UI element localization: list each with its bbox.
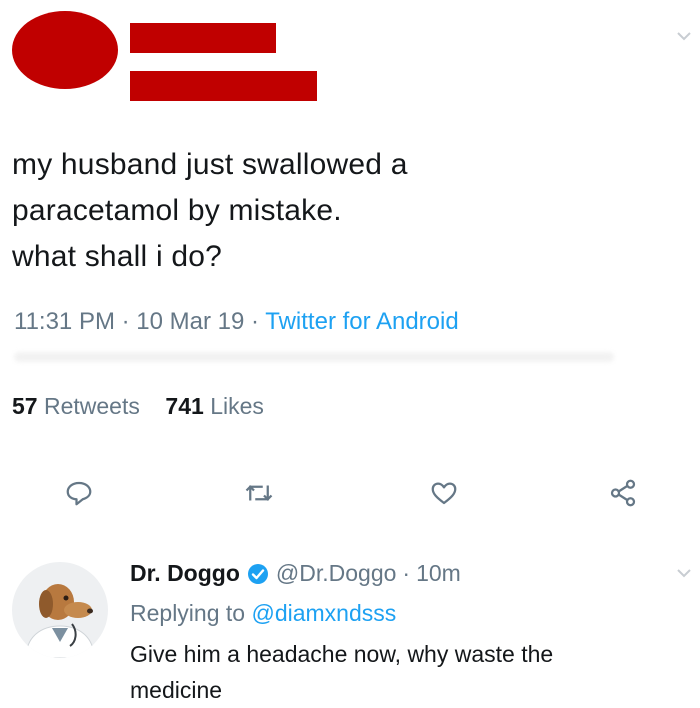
like-icon xyxy=(431,482,457,505)
meta-separator: · xyxy=(121,308,130,335)
likes-stat[interactable]: 741 Likes xyxy=(165,393,263,419)
tweet-date[interactable]: 10 Mar 19 xyxy=(136,308,244,335)
tweet-time[interactable]: 11:31 PM xyxy=(14,308,115,335)
replying-to-handle-link[interactable]: @diamxndsss xyxy=(251,600,396,626)
replying-to: Replying to @diamxndsss xyxy=(130,600,396,627)
reply-text-line: Give him a headache now, why waste the xyxy=(130,641,554,667)
retweets-count: 57 xyxy=(12,393,38,419)
share-button[interactable] xyxy=(608,478,638,508)
reply-text-line: medicine xyxy=(130,677,223,703)
likes-count: 741 xyxy=(165,393,204,419)
engagement-counts: 57 Retweets 741 Likes xyxy=(12,393,264,420)
blurred-divider xyxy=(14,352,614,362)
replying-label: Replying to xyxy=(130,600,246,626)
reply-author-name[interactable]: Dr. Doggo xyxy=(130,560,240,587)
tweet-text-line: paracetamol by mistake. xyxy=(12,194,342,227)
chevron-down-icon[interactable] xyxy=(676,31,692,41)
avatar[interactable] xyxy=(12,562,108,658)
redacted-username xyxy=(130,71,317,101)
retweets-label: Retweets xyxy=(43,393,140,419)
tweet-text-line: my husband just swallowed a xyxy=(12,148,408,181)
tweet-text: my husband just swallowed a paracetamol … xyxy=(12,142,672,280)
chevron-down-icon[interactable] xyxy=(676,568,692,578)
share-icon xyxy=(610,479,636,507)
reply-header: Dr. Doggo @Dr.Doggo · 10m xyxy=(130,560,461,587)
likes-label: Likes xyxy=(210,393,264,419)
redacted-avatar[interactable] xyxy=(12,11,118,89)
tweet-meta: 11:31 PM · 10 Mar 19 · Twitter for Andro… xyxy=(14,308,459,336)
retweets-stat[interactable]: 57 Retweets xyxy=(12,393,140,419)
retweet-button[interactable] xyxy=(244,478,274,508)
reply-author-handle[interactable]: @Dr.Doggo xyxy=(276,560,397,587)
retweet-icon xyxy=(245,485,273,501)
tweet-source-link[interactable]: Twitter for Android xyxy=(265,308,458,335)
reply-time[interactable]: 10m xyxy=(416,560,461,587)
doctor-dog-avatar-icon xyxy=(12,562,108,658)
reply-text: Give him a headache now, why waste the m… xyxy=(130,636,670,708)
reply-button[interactable] xyxy=(64,478,94,508)
meta-separator: · xyxy=(402,560,411,586)
meta-separator: · xyxy=(251,308,260,335)
redacted-display-name xyxy=(130,23,276,53)
reply-icon xyxy=(66,481,92,506)
like-button[interactable] xyxy=(429,478,459,508)
tweet-text-line: what shall i do? xyxy=(12,240,222,273)
verified-badge-icon xyxy=(247,563,268,584)
